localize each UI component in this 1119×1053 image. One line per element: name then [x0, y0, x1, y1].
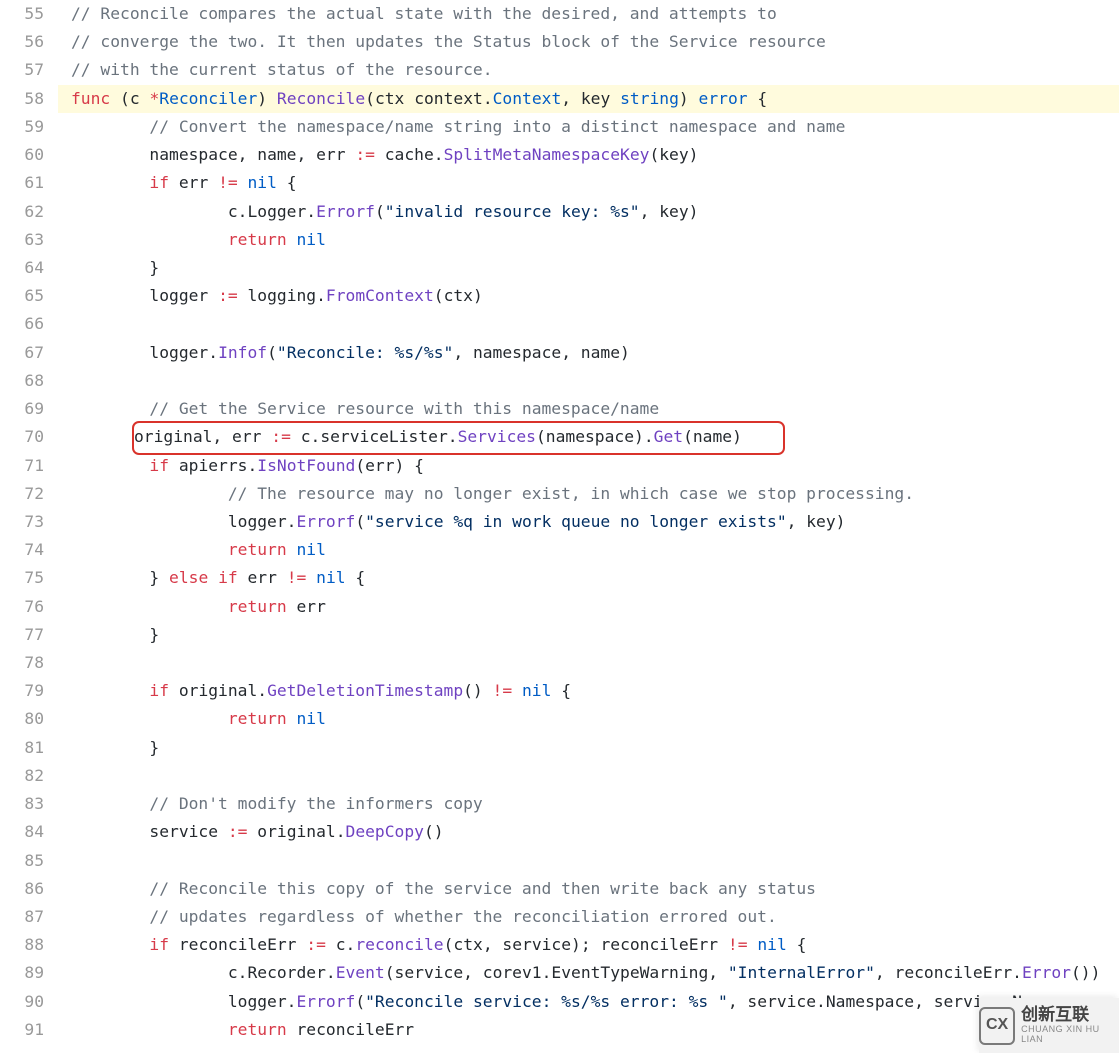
line-number-gutter: 5556575859606162636465666768697071727374…	[0, 0, 58, 1044]
code-line[interactable]	[58, 762, 1119, 790]
line-number: 69	[0, 395, 44, 423]
code-line[interactable]	[58, 847, 1119, 875]
line-number: 91	[0, 1016, 44, 1044]
code-line[interactable]: func (c *Reconciler) Reconcile(ctx conte…	[58, 85, 1119, 113]
code-line[interactable]: logger := logging.FromContext(ctx)	[58, 282, 1119, 310]
watermark-badge: CX 创新互联 CHUANG XIN HU LIAN	[979, 998, 1119, 1053]
code-line[interactable]: logger.Infof("Reconcile: %s/%s", namespa…	[58, 339, 1119, 367]
line-number: 77	[0, 621, 44, 649]
code-line[interactable]: original, err := c.serviceLister.Service…	[58, 423, 1119, 451]
line-number: 71	[0, 452, 44, 480]
line-number: 58	[0, 85, 44, 113]
code-line[interactable]: logger.Errorf("service %q in work queue …	[58, 508, 1119, 536]
line-number: 64	[0, 254, 44, 282]
watermark-subtitle: CHUANG XIN HU LIAN	[1021, 1025, 1119, 1045]
code-line[interactable]: return reconcileErr	[58, 1016, 1119, 1044]
code-line[interactable]: // The resource may no longer exist, in …	[58, 480, 1119, 508]
code-content[interactable]: // Reconcile compares the actual state w…	[58, 0, 1119, 1044]
line-number: 66	[0, 310, 44, 338]
line-number: 59	[0, 113, 44, 141]
code-line[interactable]	[58, 649, 1119, 677]
line-number: 62	[0, 198, 44, 226]
code-line[interactable]: return nil	[58, 536, 1119, 564]
code-line[interactable]: c.Logger.Errorf("invalid resource key: %…	[58, 198, 1119, 226]
line-number: 87	[0, 903, 44, 931]
code-line[interactable]: // Don't modify the informers copy	[58, 790, 1119, 818]
code-line[interactable]	[58, 310, 1119, 338]
line-number: 86	[0, 875, 44, 903]
line-number: 61	[0, 169, 44, 197]
line-number: 80	[0, 705, 44, 733]
line-number: 72	[0, 480, 44, 508]
watermark-title: 创新互联	[1021, 1006, 1119, 1025]
code-line[interactable]: logger.Errorf("Reconcile service: %s/%s …	[58, 988, 1119, 1016]
line-number: 60	[0, 141, 44, 169]
line-number: 56	[0, 28, 44, 56]
code-line[interactable]: if apierrs.IsNotFound(err) {	[58, 452, 1119, 480]
code-line[interactable]: // Get the Service resource with this na…	[58, 395, 1119, 423]
line-number: 76	[0, 593, 44, 621]
line-number: 67	[0, 339, 44, 367]
line-number: 82	[0, 762, 44, 790]
line-number: 90	[0, 988, 44, 1016]
code-line[interactable]: c.Recorder.Event(service, corev1.EventTy…	[58, 959, 1119, 987]
code-line[interactable]: // Reconcile this copy of the service an…	[58, 875, 1119, 903]
code-line[interactable]: }	[58, 621, 1119, 649]
line-number: 70	[0, 423, 44, 451]
code-line[interactable]: service := original.DeepCopy()	[58, 818, 1119, 846]
line-number: 73	[0, 508, 44, 536]
code-line[interactable]	[58, 367, 1119, 395]
code-line[interactable]: }	[58, 734, 1119, 762]
line-number: 89	[0, 959, 44, 987]
line-number: 79	[0, 677, 44, 705]
code-line[interactable]: return err	[58, 593, 1119, 621]
code-line[interactable]: if err != nil {	[58, 169, 1119, 197]
line-number: 75	[0, 564, 44, 592]
code-line[interactable]: if reconcileErr := c.reconcile(ctx, serv…	[58, 931, 1119, 959]
code-line[interactable]: }	[58, 254, 1119, 282]
line-number: 68	[0, 367, 44, 395]
code-line[interactable]: // Convert the namespace/name string int…	[58, 113, 1119, 141]
line-number: 57	[0, 56, 44, 84]
line-number: 63	[0, 226, 44, 254]
code-line[interactable]: // Reconcile compares the actual state w…	[58, 0, 1119, 28]
code-line[interactable]: // converge the two. It then updates the…	[58, 28, 1119, 56]
line-number: 74	[0, 536, 44, 564]
line-number: 55	[0, 0, 44, 28]
watermark-logo-icon: CX	[979, 1007, 1015, 1045]
code-line[interactable]: if original.GetDeletionTimestamp() != ni…	[58, 677, 1119, 705]
code-viewer: 5556575859606162636465666768697071727374…	[0, 0, 1119, 1044]
code-line[interactable]: return nil	[58, 226, 1119, 254]
code-line[interactable]: return nil	[58, 705, 1119, 733]
code-line[interactable]: // with the current status of the resour…	[58, 56, 1119, 84]
code-line[interactable]: namespace, name, err := cache.SplitMetaN…	[58, 141, 1119, 169]
line-number: 81	[0, 734, 44, 762]
line-number: 83	[0, 790, 44, 818]
line-number: 88	[0, 931, 44, 959]
line-number: 78	[0, 649, 44, 677]
line-number: 85	[0, 847, 44, 875]
code-line[interactable]: // updates regardless of whether the rec…	[58, 903, 1119, 931]
line-number: 65	[0, 282, 44, 310]
line-number: 84	[0, 818, 44, 846]
code-line[interactable]: } else if err != nil {	[58, 564, 1119, 592]
